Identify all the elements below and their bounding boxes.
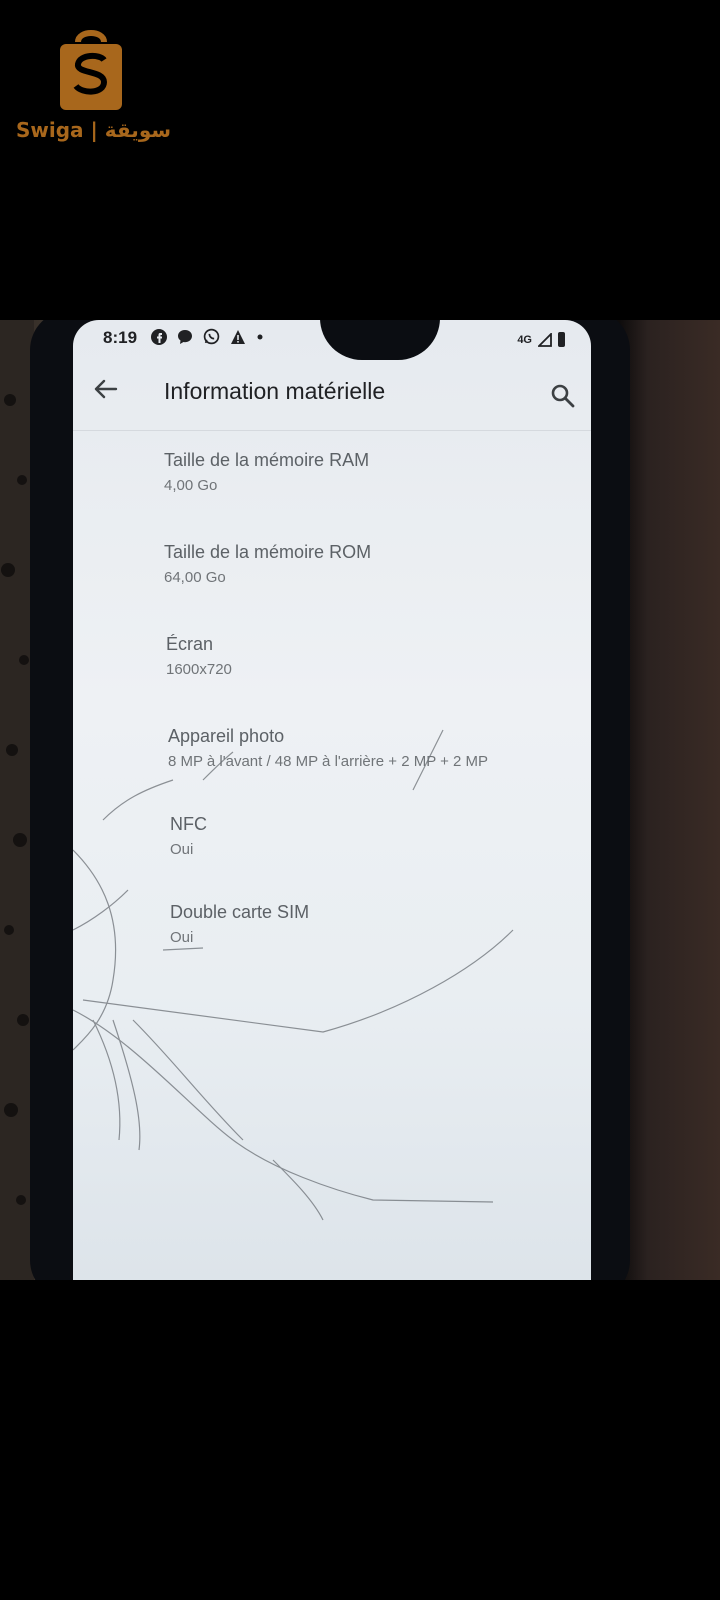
list-item-camera[interactable]: Appareil photo 8 MP à l'avant / 48 MP à … — [168, 726, 488, 770]
signal-icon — [538, 332, 552, 347]
notification-icons — [151, 328, 264, 345]
list-item-screen[interactable]: Écran 1600x720 — [166, 634, 232, 678]
brand-watermark: Swiga | سويقة — [14, 26, 184, 146]
item-value: 4,00 Go — [164, 477, 218, 494]
network-type: 4G — [517, 333, 532, 346]
status-bar: 8:19 4G — [73, 320, 591, 356]
status-time: 8:19 — [103, 328, 138, 347]
whatsapp-icon — [203, 328, 220, 345]
item-title: Taille de la mémoire RAM — [164, 450, 370, 470]
item-value: 64,00 Go — [164, 569, 226, 586]
item-title: Taille de la mémoire ROM — [164, 542, 372, 562]
item-value: Oui — [170, 841, 194, 858]
status-right: 4G — [517, 332, 565, 347]
app-bar-divider — [73, 430, 591, 431]
item-title: Appareil photo — [168, 726, 285, 746]
list-item-dual-sim[interactable]: Double carte SIM Oui — [170, 902, 309, 946]
list-item-ram[interactable]: Taille de la mémoire RAM 4,00 Go — [164, 450, 369, 494]
phone-screen: 8:19 4G Information matérielle Taille de… — [73, 320, 591, 1280]
page-title: Information matérielle — [164, 378, 386, 404]
item-value: 1600x720 — [166, 661, 232, 678]
dot-icon — [257, 334, 263, 339]
item-title: Écran — [166, 634, 214, 654]
phone-photo: 8:19 4G Information matérielle Taille de… — [0, 320, 720, 1280]
item-title: Double carte SIM — [170, 902, 310, 922]
brand-name: Swiga | سويقة — [16, 118, 172, 142]
list-item-rom[interactable]: Taille de la mémoire ROM 64,00 Go — [164, 542, 371, 586]
shopping-bag-logo-icon — [60, 30, 122, 110]
facebook-icon — [151, 328, 167, 345]
alert-icon — [231, 329, 245, 344]
app-bar: Information matérielle — [73, 356, 591, 428]
item-value: 8 MP à l'avant / 48 MP à l'arrière + 2 M… — [168, 753, 489, 770]
messenger-icon — [178, 329, 192, 344]
item-title: NFC — [170, 814, 207, 834]
search-icon[interactable] — [549, 382, 577, 410]
list-item-nfc[interactable]: NFC Oui — [170, 814, 207, 858]
battery-icon — [558, 332, 565, 347]
background-texture — [0, 320, 34, 1280]
item-value: Oui — [170, 929, 194, 946]
arrow-back-icon[interactable] — [91, 374, 121, 404]
